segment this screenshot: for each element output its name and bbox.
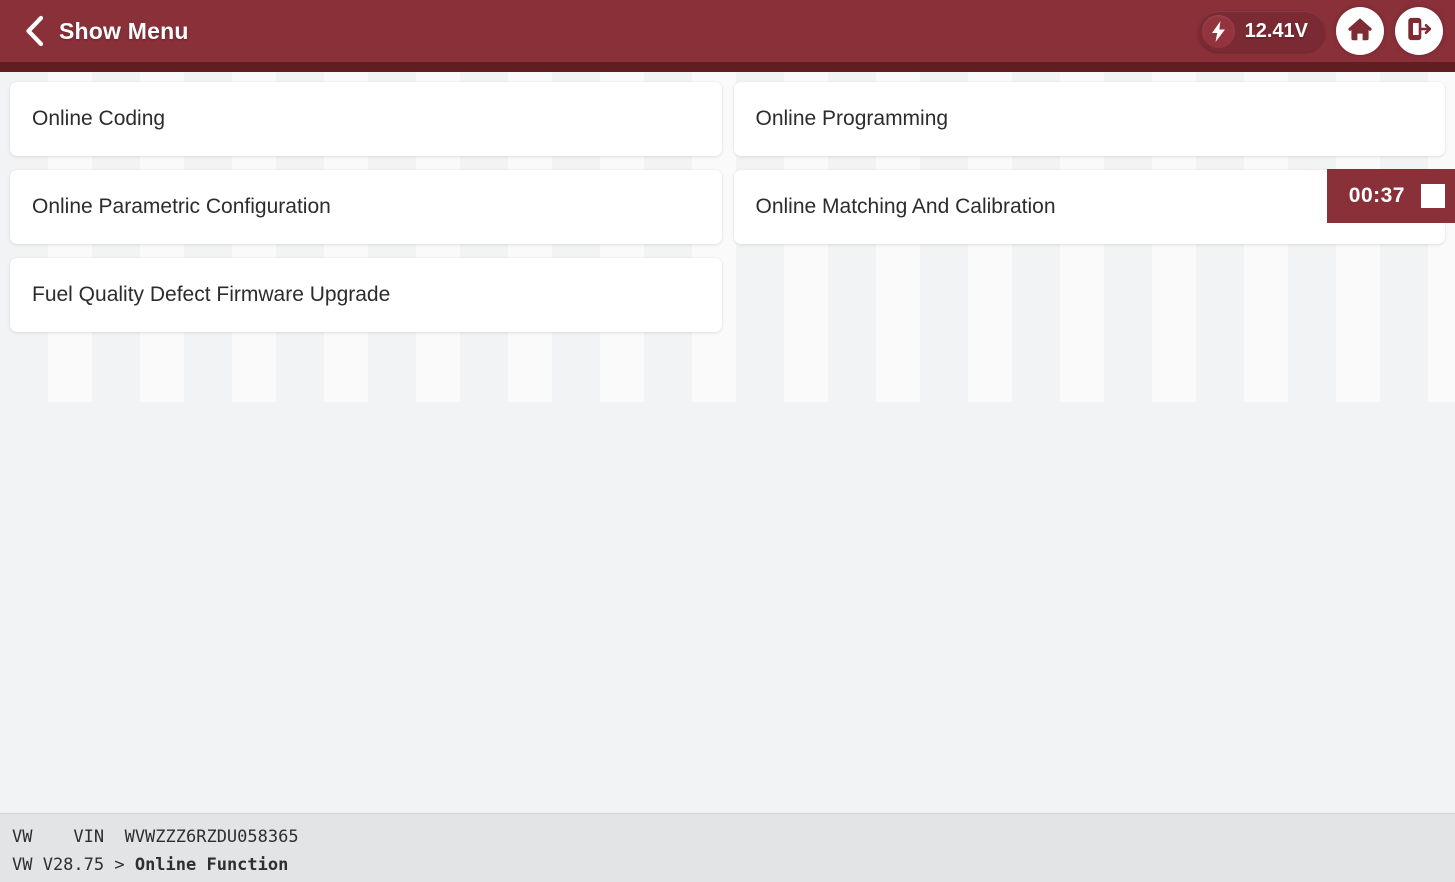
header-accent-strip xyxy=(0,62,1455,72)
lightning-bolt-icon xyxy=(1201,14,1235,48)
menu-item-label: Online Matching And Calibration xyxy=(755,195,1056,218)
menu-item-online-matching-and-calibration[interactable]: Online Matching And Calibration 00:37 xyxy=(733,169,1455,244)
breadcrumb-current: Online Function xyxy=(134,854,289,875)
menu-row: Fuel Quality Defect Firmware Upgrade xyxy=(0,258,1455,332)
timer-value: 00:37 xyxy=(1348,184,1405,207)
menu-item-online-coding[interactable]: Online Coding xyxy=(10,82,722,156)
battery-voltage-value: 12.41V xyxy=(1244,19,1308,42)
header-actions: 12.41V xyxy=(1197,7,1443,55)
app-root: Show Menu 12.41V Online Coding Online Pr… xyxy=(0,0,1455,882)
home-icon xyxy=(1346,15,1374,48)
menu-slot-empty xyxy=(734,258,1446,332)
menu-item-fuel-quality-defect-firmware-upgrade[interactable]: Fuel Quality Defect Firmware Upgrade xyxy=(10,258,722,332)
app-header: Show Menu 12.41V xyxy=(0,0,1455,62)
menu-content: Online Coding Online Programming Online … xyxy=(0,72,1455,813)
breadcrumb: VW V28.75 > Online Function xyxy=(12,852,1455,880)
chevron-left-icon xyxy=(23,15,45,47)
breadcrumb-version: VW V28.75 > xyxy=(12,854,135,875)
home-button[interactable] xyxy=(1336,7,1384,55)
menu-item-label: Fuel Quality Defect Firmware Upgrade xyxy=(32,283,391,306)
menu-row: Online Coding Online Programming xyxy=(0,82,1455,156)
menu-item-label: Online Coding xyxy=(32,107,166,130)
menu-item-label: Online Programming xyxy=(755,107,949,130)
menu-item-online-programming[interactable]: Online Programming xyxy=(733,82,1445,156)
status-footer: VW VIN WVWZZZ6RZDU058365 VW V28.75 > Onl… xyxy=(0,813,1455,882)
timer-stop-badge[interactable]: 00:37 xyxy=(1326,169,1455,223)
battery-voltage-indicator[interactable]: 12.41V xyxy=(1197,10,1325,52)
menu-row: Online Parametric Configuration Online M… xyxy=(0,169,1455,244)
menu-item-label: Online Parametric Configuration xyxy=(32,195,331,218)
menu-grid: Online Coding Online Programming Online … xyxy=(0,72,1455,332)
exit-icon xyxy=(1405,15,1433,48)
stop-square-icon[interactable] xyxy=(1421,184,1445,208)
exit-button[interactable] xyxy=(1395,7,1443,55)
menu-item-online-parametric-configuration[interactable]: Online Parametric Configuration xyxy=(10,170,722,244)
vehicle-vin-line: VW VIN WVWZZZ6RZDU058365 xyxy=(12,827,299,847)
back-button[interactable] xyxy=(14,9,54,53)
page-title: Show Menu xyxy=(59,17,189,44)
